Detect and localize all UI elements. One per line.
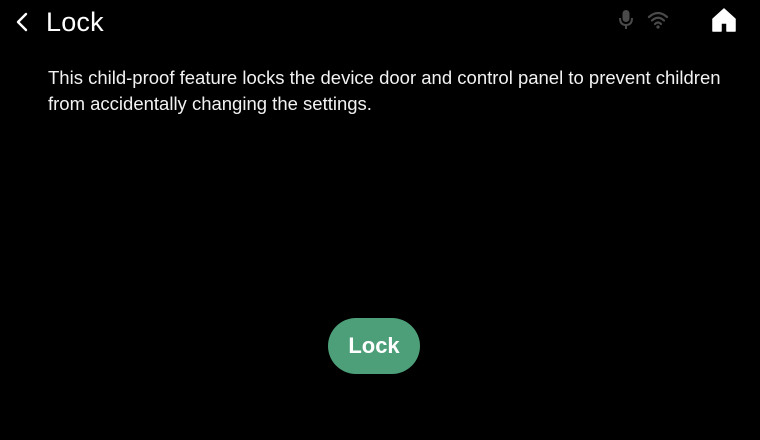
status-icons: [617, 8, 669, 32]
home-icon: [711, 7, 737, 33]
microphone-icon: [617, 8, 635, 32]
lock-button[interactable]: Lock: [328, 318, 420, 374]
back-button[interactable]: [14, 6, 30, 38]
chevron-left-icon: [14, 11, 30, 33]
wifi-icon: [647, 10, 669, 30]
page-title: Lock: [46, 7, 104, 37]
lock-description: This child-proof feature locks the devic…: [48, 67, 721, 114]
lock-settings-screen: Lock This child-proof feature locks the …: [0, 0, 760, 440]
home-button[interactable]: [711, 7, 737, 33]
header-bar: Lock: [0, 0, 760, 44]
